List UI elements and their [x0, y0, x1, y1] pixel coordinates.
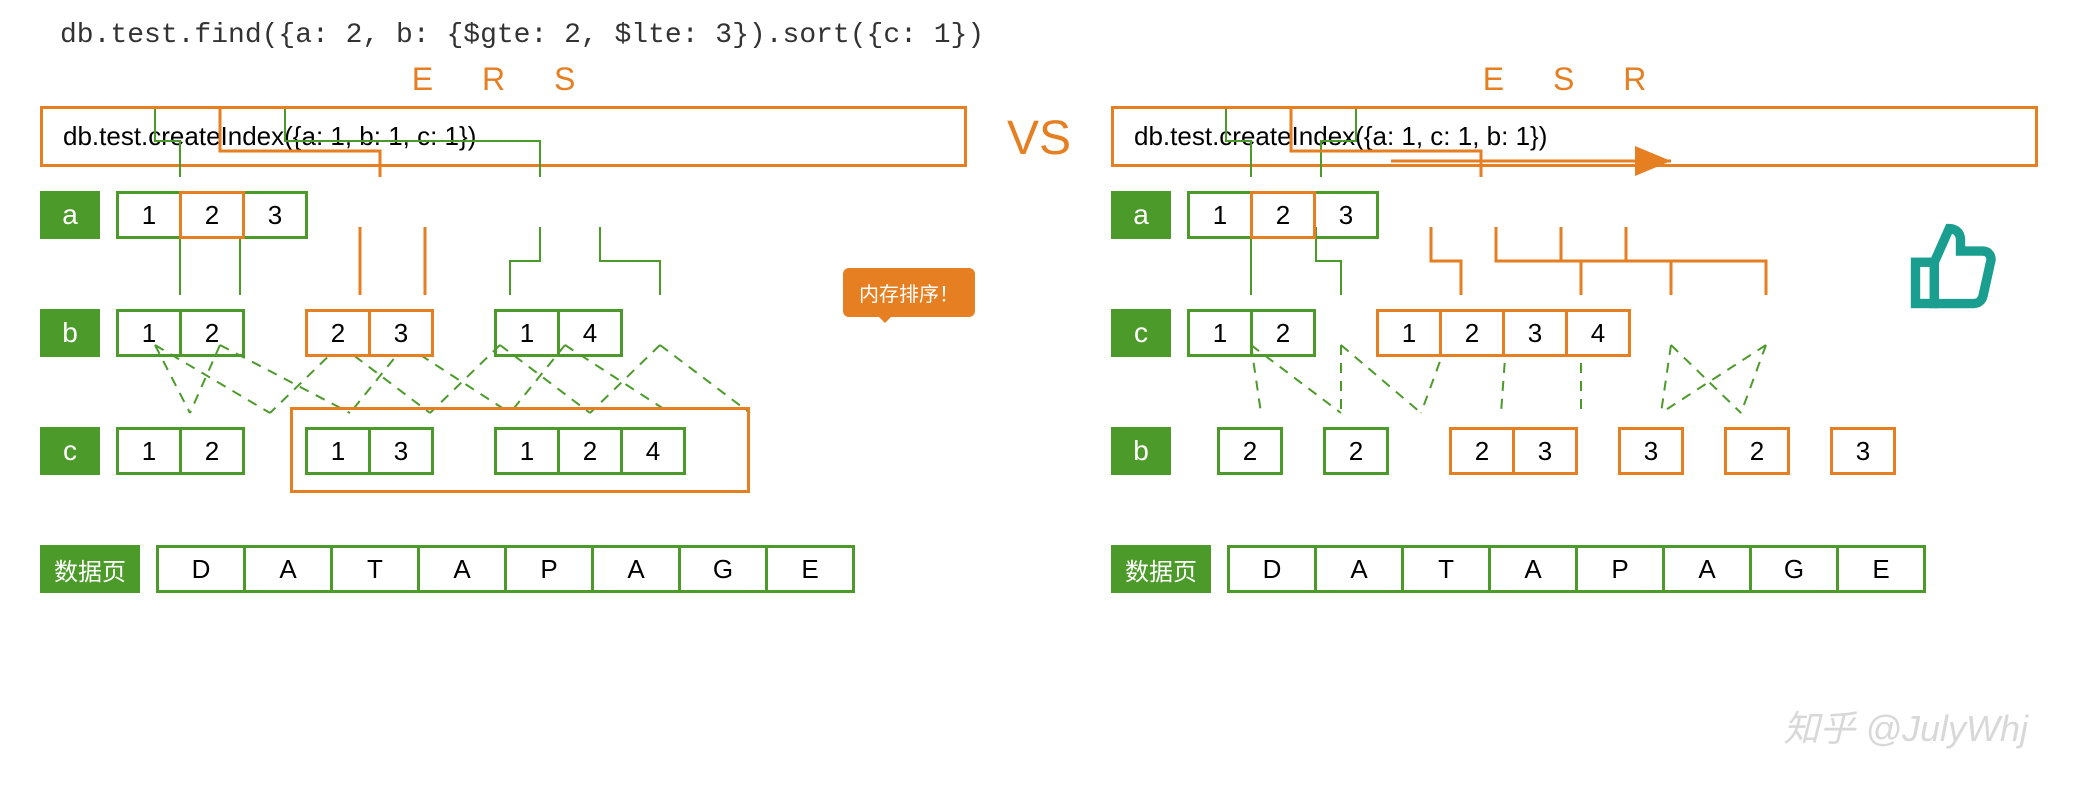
cell: A [243, 545, 333, 593]
cell: 1 [116, 309, 182, 357]
cell: 1 [494, 427, 560, 475]
cell: A [1488, 545, 1578, 593]
cell: D [156, 545, 246, 593]
row-c: c 1 2 1 3 1 2 4 [40, 427, 967, 475]
cell: D [1227, 545, 1317, 593]
cell: 2 [1217, 427, 1283, 475]
right-index-box: db.test.createIndex({a: 1, c: 1, b: 1}) [1111, 106, 2038, 167]
key-a: a [1111, 191, 1171, 239]
cell: 3 [242, 191, 308, 239]
cell: 2 [1439, 309, 1505, 357]
cell: 3 [1512, 427, 1578, 475]
cell: 2 [1323, 427, 1389, 475]
cell: A [1662, 545, 1752, 593]
cell: A [417, 545, 507, 593]
key-b: b [1111, 427, 1171, 475]
cell: 2 [1449, 427, 1515, 475]
key-c: c [1111, 309, 1171, 357]
thumbs-up-icon [1908, 221, 1998, 316]
cell: P [1575, 545, 1665, 593]
cell: 1 [1187, 191, 1253, 239]
cell: 3 [1313, 191, 1379, 239]
cell: 3 [1618, 427, 1684, 475]
row-b: b 2 2 2 3 3 2 3 [1111, 427, 2038, 475]
cell: 4 [620, 427, 686, 475]
cell: 4 [557, 309, 623, 357]
cell: 2 [179, 309, 245, 357]
row-data: 数据页 D A T A P A G E [1111, 545, 2038, 593]
cell: 2 [1724, 427, 1790, 475]
row-a: a 1 2 3 [40, 191, 967, 239]
memory-sort-callout: 内存排序！ [841, 266, 977, 319]
cell: 1 [116, 427, 182, 475]
row-data: 数据页 D A T A P A G E [40, 545, 967, 593]
cell: 3 [368, 427, 434, 475]
cell: 1 [1376, 309, 1442, 357]
row-b: b 1 2 2 3 1 4 [40, 309, 967, 357]
query-code: db.test.find({a: 2, b: {$gte: 2, $lte: 3… [60, 20, 2038, 51]
cell: 1 [1187, 309, 1253, 357]
cell: E [765, 545, 855, 593]
cell: E [1836, 545, 1926, 593]
cell: 2 [1250, 191, 1316, 239]
watermark: 知乎 @JulyWhj [1783, 700, 2028, 752]
left-index-box: db.test.createIndex({a: 1, b: 1, c: 1}) [40, 106, 967, 167]
key-data: 数据页 [40, 545, 140, 593]
row-c: c 1 2 1 2 3 4 [1111, 309, 2038, 357]
cell: P [504, 545, 594, 593]
key-b: b [40, 309, 100, 357]
cell: 4 [1565, 309, 1631, 357]
cell: 2 [179, 191, 245, 239]
cell: 2 [305, 309, 371, 357]
cell: A [591, 545, 681, 593]
cell: 2 [557, 427, 623, 475]
right-panel: E S R db.test.createIndex({a: 1, c: 1, b… [1111, 61, 2038, 593]
cell: T [330, 545, 420, 593]
cell: 1 [116, 191, 182, 239]
cell: 1 [305, 427, 371, 475]
left-title: E R S [40, 61, 967, 98]
cell: 3 [1830, 427, 1896, 475]
left-panel: E R S db.test.createIndex({a: 1, b: 1, c… [40, 61, 967, 593]
cell: G [1749, 545, 1839, 593]
key-a: a [40, 191, 100, 239]
cell: T [1401, 545, 1491, 593]
key-data: 数据页 [1111, 545, 1211, 593]
cell: 3 [1502, 309, 1568, 357]
cell: 3 [368, 309, 434, 357]
cell: 1 [494, 309, 560, 357]
cell: A [1314, 545, 1404, 593]
cell: G [678, 545, 768, 593]
key-c: c [40, 427, 100, 475]
vs-label: VS [997, 111, 1081, 166]
cell: 2 [1250, 309, 1316, 357]
right-title: E S R [1111, 61, 2038, 98]
row-a: a 1 2 3 [1111, 191, 2038, 239]
cell: 2 [179, 427, 245, 475]
